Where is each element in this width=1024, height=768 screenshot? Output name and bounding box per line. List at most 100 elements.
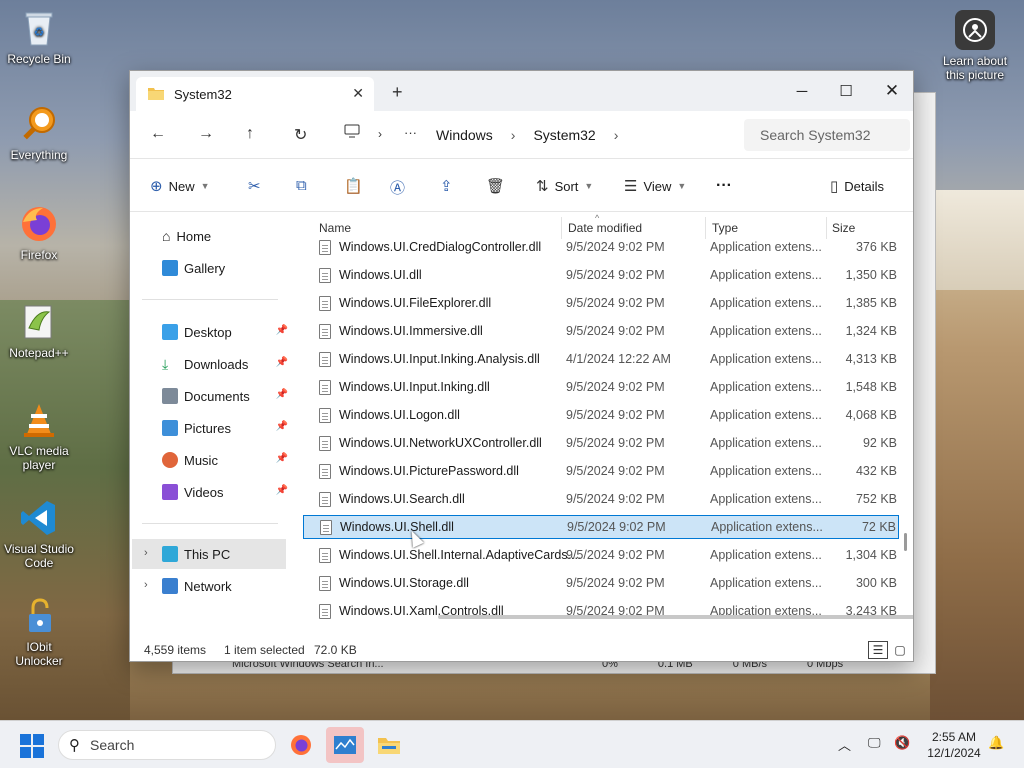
everything-icon bbox=[19, 104, 59, 144]
taskbar-search[interactable]: ⚲ Search bbox=[58, 730, 276, 760]
rename-button[interactable]: Ⓐ bbox=[390, 177, 411, 198]
navigation-pane: ⌂ Home Gallery Desktop 📌 ⤓ Downloads 📌 D… bbox=[130, 213, 292, 621]
horizontal-scrollbar[interactable] bbox=[438, 615, 913, 619]
learn-about-picture[interactable]: Learn about this picture bbox=[936, 10, 1014, 82]
file-name: Windows.UI.Input.Inking.Analysis.dll bbox=[339, 352, 540, 366]
file-row[interactable]: Windows.UI.Input.Inking.dll 9/5/2024 9:02… bbox=[303, 375, 899, 399]
pin-icon[interactable]: 📌 bbox=[276, 453, 288, 464]
paste-button[interactable]: 📋 bbox=[344, 177, 369, 195]
desktop-folder-icon bbox=[162, 324, 178, 340]
file-row[interactable]: Windows.UI.dll 9/5/2024 9:02 PM Applicatio… bbox=[303, 263, 899, 287]
taskbar-file-explorer[interactable] bbox=[370, 727, 408, 763]
tab-system32[interactable]: System32 ✕ bbox=[136, 77, 374, 111]
file-name: Windows.UI.Input.Inking.dll bbox=[339, 380, 490, 394]
file-date: 9/5/2024 9:02 PM bbox=[566, 548, 665, 562]
sidebar-item-network[interactable]: Network bbox=[162, 573, 288, 599]
details-pane-button[interactable]: ▯ Details bbox=[830, 177, 884, 195]
network-icon bbox=[162, 578, 178, 594]
file-date: 9/5/2024 9:02 PM bbox=[566, 240, 665, 254]
desktop-icon-firefox[interactable]: Firefox bbox=[1, 204, 77, 262]
chevron-right-icon[interactable]: › bbox=[144, 547, 148, 559]
file-row[interactable]: Windows.UI.Storage.dll 9/5/2024 9:02 PM Ap… bbox=[303, 571, 899, 595]
pin-icon[interactable]: 📌 bbox=[276, 485, 288, 496]
close-tab-icon[interactable]: ✕ bbox=[352, 85, 364, 102]
breadcrumb-windows[interactable]: Windows bbox=[436, 127, 493, 143]
file-row[interactable]: Windows.UI.Input.Inking.Analysis.dll 4/1/… bbox=[303, 347, 899, 371]
tiles-view-icon[interactable]: ▢ bbox=[890, 641, 910, 659]
gallery-icon bbox=[162, 260, 178, 276]
refresh-icon[interactable]: ↻ bbox=[294, 125, 307, 145]
videos-icon bbox=[162, 484, 178, 500]
vscode-icon bbox=[19, 498, 59, 538]
system-clock[interactable]: 2:55 AM 12/1/2024 bbox=[924, 729, 984, 761]
sidebar-item-this-pc[interactable]: This PC bbox=[162, 541, 288, 567]
sidebar-item-desktop[interactable]: Desktop 📌 bbox=[162, 319, 288, 345]
sidebar-item-music[interactable]: Music 📌 bbox=[162, 447, 288, 473]
share-button[interactable]: ⇪ bbox=[440, 177, 459, 195]
chevron-right-icon[interactable]: › bbox=[144, 579, 148, 591]
desktop-icon-vlc[interactable]: VLC media player bbox=[1, 400, 77, 472]
new-tab-button[interactable]: + bbox=[392, 83, 403, 101]
pin-icon[interactable]: 📌 bbox=[276, 421, 288, 432]
file-row[interactable]: Windows.UI.Shell.Internal.AdaptiveCards.… bbox=[303, 543, 899, 567]
file-row[interactable]: Windows.UI.Immersive.dll 9/5/2024 9:02 PM… bbox=[303, 319, 899, 343]
sidebar-item-gallery[interactable]: Gallery bbox=[162, 255, 288, 281]
desktop-icon-notepad-plus-plus[interactable]: Notepad++ bbox=[1, 302, 77, 360]
pin-icon[interactable]: 📌 bbox=[276, 389, 288, 400]
file-row[interactable]: Windows.UI.Logon.dll 9/5/2024 9:02 PM Appl… bbox=[303, 403, 899, 427]
pin-icon[interactable]: 📌 bbox=[276, 325, 288, 336]
file-date: 9/5/2024 9:02 PM bbox=[566, 380, 665, 394]
sidebar-item-downloads[interactable]: ⤓ Downloads 📌 bbox=[162, 351, 288, 377]
desktop-icon-recycle-bin[interactable]: ♻ Recycle Bin bbox=[1, 8, 77, 66]
desktop-icon-iobit-unlocker[interactable]: IObit Unlocker bbox=[1, 596, 77, 668]
dll-file-icon bbox=[319, 435, 331, 451]
file-date: 9/5/2024 9:02 PM bbox=[566, 492, 665, 506]
volume-muted-icon[interactable]: 🔇 bbox=[894, 735, 910, 751]
up-arrow-icon[interactable]: ↑ bbox=[246, 125, 254, 143]
details-view-icon[interactable]: ☰ bbox=[868, 641, 888, 659]
pin-icon[interactable]: 📌 bbox=[276, 357, 288, 368]
network-status-icon[interactable]: 🖵 bbox=[868, 735, 881, 751]
breadcrumb-system32[interactable]: System32 bbox=[533, 127, 595, 143]
music-icon bbox=[162, 452, 178, 468]
more-locations-icon[interactable]: ··· bbox=[404, 125, 417, 140]
sidebar-item-pictures[interactable]: Pictures 📌 bbox=[162, 415, 288, 441]
sidebar-item-videos[interactable]: Videos 📌 bbox=[162, 479, 288, 505]
file-row[interactable]: Windows.UI.FileExplorer.dll 9/5/2024 9:02… bbox=[303, 291, 899, 315]
desktop-icon-vscode[interactable]: Visual Studio Code bbox=[1, 498, 77, 570]
file-name-cell: Windows.UI.Storage.dll bbox=[319, 575, 469, 591]
minimize-button[interactable]: ─ bbox=[782, 77, 822, 105]
file-explorer-window[interactable]: System32 ✕ + ─ ☐ ✕ ← → ↑ ↻ › ··· Windows… bbox=[129, 70, 914, 662]
task-manager-icon bbox=[334, 736, 356, 754]
sort-button[interactable]: ⇅ Sort ▼ bbox=[536, 177, 593, 195]
notification-bell-icon[interactable]: 🔔 bbox=[988, 735, 1004, 751]
chevron-up-icon[interactable]: ︿ bbox=[838, 735, 851, 754]
cut-button[interactable]: ✂ bbox=[248, 177, 267, 195]
view-button[interactable]: ☰ View ▼ bbox=[624, 177, 686, 195]
taskbar-task-manager[interactable] bbox=[326, 727, 364, 763]
monitor-icon[interactable] bbox=[344, 124, 360, 143]
more-options-icon[interactable]: ··· bbox=[716, 177, 732, 195]
file-row[interactable]: Windows.UI.Search.dll 9/5/2024 9:02 PM App… bbox=[303, 487, 899, 511]
scissors-icon: ✂ bbox=[248, 178, 261, 195]
close-window-button[interactable]: ✕ bbox=[872, 77, 912, 105]
file-row[interactable]: Windows.UI.PicturePassword.dll 9/5/2024 9… bbox=[303, 459, 899, 483]
sidebar-item-home[interactable]: ⌂ Home bbox=[162, 223, 288, 249]
desktop-icon-everything[interactable]: Everything bbox=[1, 104, 77, 162]
file-row[interactable]: Windows.UI.Xaml.Controls.dll 9/5/2024 9:0… bbox=[303, 599, 899, 623]
taskbar-firefox[interactable] bbox=[282, 727, 320, 763]
sidebar-item-documents[interactable]: Documents 📌 bbox=[162, 383, 288, 409]
file-row[interactable]: Windows.UI.CredDialogController.dll 9/5/2… bbox=[303, 235, 899, 259]
delete-button[interactable]: 🗑 bbox=[486, 177, 511, 195]
forward-arrow-icon[interactable]: → bbox=[198, 125, 214, 143]
chevron-down-icon: ▼ bbox=[677, 181, 687, 191]
file-row[interactable]: Windows.UI.NetworkUXController.dll 9/5/20… bbox=[303, 431, 899, 455]
new-button[interactable]: ⊕ New ▼ bbox=[150, 177, 210, 195]
file-row[interactable]: Windows.UI.Shell.dll 9/5/2024 9:02 PM Appl… bbox=[303, 515, 899, 539]
start-button[interactable] bbox=[20, 734, 44, 758]
maximize-button[interactable]: ☐ bbox=[826, 77, 866, 105]
vertical-scrollbar[interactable] bbox=[904, 533, 907, 551]
copy-button[interactable]: ⧉ bbox=[296, 177, 313, 194]
search-input[interactable]: Search System32 bbox=[744, 119, 910, 151]
back-arrow-icon[interactable]: ← bbox=[150, 125, 166, 143]
